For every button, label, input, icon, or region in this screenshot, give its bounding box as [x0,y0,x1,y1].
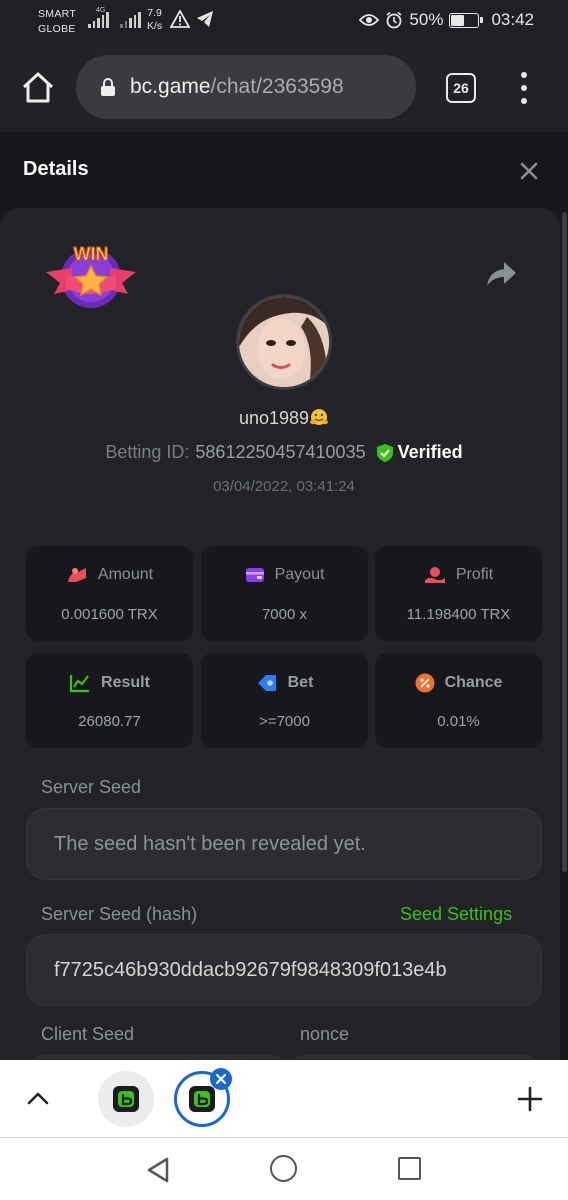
stat-label: Bet [287,674,314,691]
stat-bet: Bet >=7000 [201,653,368,748]
close-tab-icon[interactable] [210,1068,232,1090]
stat-label: Payout [274,566,325,583]
share-icon[interactable] [485,260,517,288]
network-speed: 7.9 K/s [147,7,163,32]
percent-icon [415,673,435,693]
browser-toolbar: bc.game/chat/2363598 26 [0,44,568,132]
stat-label: Amount [97,566,154,583]
stat-value: 0.001600 TRX [61,606,158,623]
home-nav-icon[interactable] [270,1155,297,1182]
betting-id-label: Betting ID: [105,442,190,462]
client-seed-label: Client Seed [41,1024,135,1044]
stat-amount: Amount 0.001600 TRX [26,546,193,641]
stat-value: 7000 x [261,606,308,623]
status-bar: SMART GLOBE 4G 7.9 K/s 50% 03:42 [0,0,568,44]
betting-id-row: Betting ID: 58612250457410035 Verified [0,442,568,463]
seed-settings-link[interactable]: Seed Settings [400,904,512,925]
win-label: WIN [74,244,109,264]
stat-label: Profit [455,566,494,583]
server-seed-hash-field[interactable]: f7725c46b930ddacb92679f9848309f013e4b [26,934,542,1006]
clock: 03:42 [491,10,534,29]
chevron-up-icon[interactable] [26,1088,50,1108]
back-icon[interactable] [146,1156,170,1184]
url-host: bc.game [130,75,211,98]
hugging-face-icon [310,409,329,425]
stat-label: Chance [444,674,503,691]
verified-label: Verified [397,442,463,462]
carrier-label: SMART GLOBE [38,8,77,35]
recents-icon[interactable] [398,1157,421,1180]
avatar-photo [239,297,329,387]
details-header: Details [0,132,568,208]
win-badge: WIN [46,244,136,308]
bet-icon [257,675,276,691]
signal-icon-2 [120,10,141,28]
tab-strip [0,1060,568,1138]
profit-icon [424,567,445,583]
home-icon[interactable] [20,70,56,106]
stat-value: 26080.77 [78,713,141,730]
battery-icon [449,12,484,28]
signal-icon [88,10,109,28]
stat-value: >=7000 [259,713,310,730]
nonce-label: nonce [300,1024,350,1044]
shield-check-icon [376,443,393,462]
bet-details-card: WIN uno1989 Betting ID: 5861225045741003… [0,208,560,1060]
betting-id: 58612250457410035 [195,442,366,462]
battery-level [451,14,465,26]
username-text: uno1989 [238,408,310,428]
stat-chance: Chance 0.01% [375,653,542,748]
stat-value: 0.01% [437,713,480,730]
telegram-icon [197,11,213,27]
warning-icon [170,10,190,28]
bcgame-logo-icon [113,1086,139,1112]
new-tab-icon[interactable] [517,1086,543,1112]
bet-timestamp: 03/04/2022, 03:41:24 [213,478,355,495]
eye-icon [359,14,380,26]
page-title: Details [23,158,89,180]
username: uno1989 [0,408,568,429]
lock-icon [101,78,115,96]
result-icon [69,675,90,693]
status-right: 50% 03:42 [359,10,534,30]
close-icon[interactable] [517,159,541,183]
page-content: Details WIN uno1989 Betting ID: 58612250… [0,132,568,1060]
alarm-icon [386,11,402,29]
amount-icon [67,568,86,582]
bcgame-logo-icon [189,1086,215,1112]
address-bar[interactable]: bc.game/chat/2363598 [76,55,416,119]
overflow-menu-button[interactable] [514,72,534,104]
stat-profit: Profit 11.198400 TRX [375,546,542,641]
stat-label: Result [101,674,150,691]
tab-thumbnail[interactable] [98,1071,154,1127]
url-path: /chat/2363598 [210,75,344,98]
scrollbar[interactable] [562,212,567,872]
stat-value: 11.198400 TRX [406,606,511,623]
server-seed-label: Server Seed [41,777,142,797]
server-seed-hash-label: Server Seed (hash) [41,904,198,924]
battery-percent: 50% [409,10,444,29]
avatar [236,294,332,390]
verified-badge: Verified [376,442,463,463]
server-seed-field[interactable]: The seed hasn't been revealed yet. [26,808,542,880]
tab-count-button[interactable]: 26 [446,73,476,103]
stat-result: Result 26080.77 [26,653,193,748]
wallet-icon [245,568,264,582]
notification-icons [170,10,214,28]
system-nav-bar [0,1138,568,1200]
stat-payout: Payout 7000 x [201,546,368,641]
